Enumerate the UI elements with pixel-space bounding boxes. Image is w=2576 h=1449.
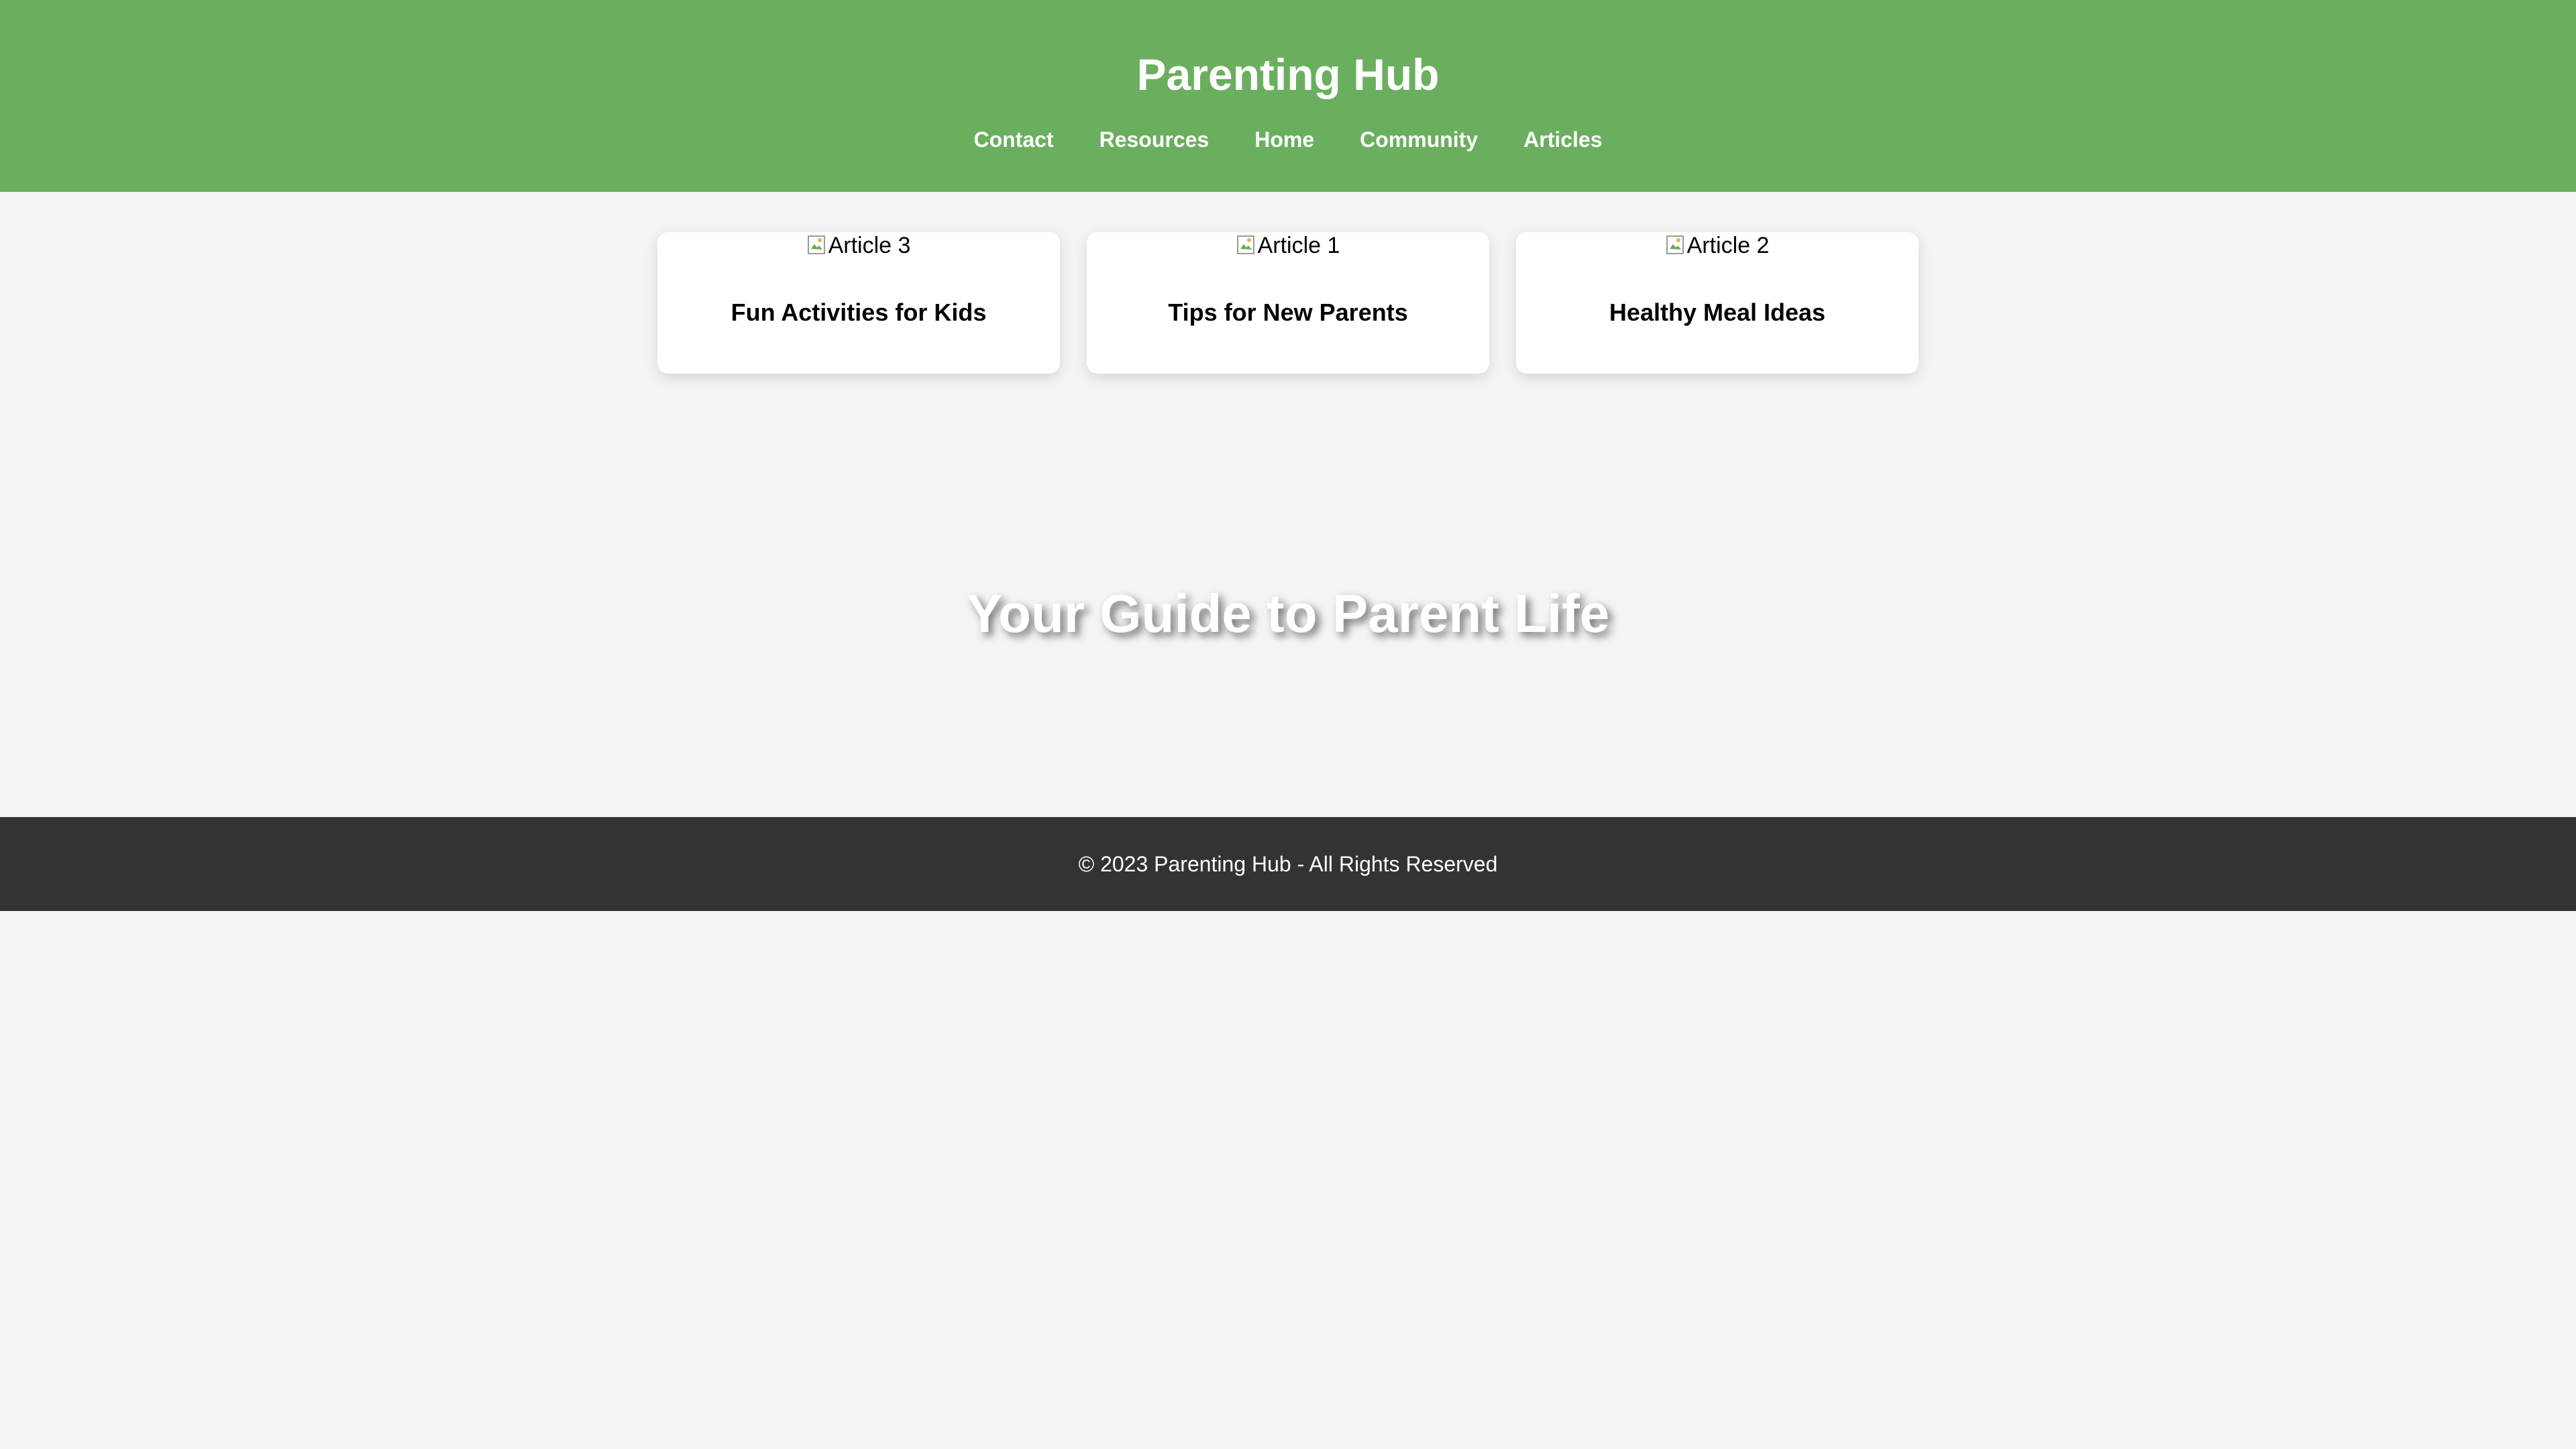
article-card[interactable]: Article 1 Tips for New Parents — [1087, 232, 1489, 374]
main-nav: Contact Resources Home Community Article… — [0, 125, 2576, 154]
article-cards: Article 3 Fun Activities for Kids Articl… — [657, 232, 1919, 374]
hero-title: Your Guide to Parent Life — [966, 584, 1610, 643]
article-image: Article 1 — [1087, 232, 1489, 259]
article-title[interactable]: Fun Activities for Kids — [657, 298, 1060, 327]
broken-image-icon — [1666, 235, 1684, 254]
site-header: Parenting Hub Contact Resources Home Com… — [0, 0, 2576, 192]
article-card[interactable]: Article 3 Fun Activities for Kids — [657, 232, 1060, 374]
nav-link-contact[interactable]: Contact — [951, 125, 1076, 154]
article-image: Article 3 — [657, 232, 1060, 259]
article-image-alt: Article 3 — [828, 233, 911, 258]
article-image-alt: Article 1 — [1257, 233, 1340, 258]
footer-copyright: © 2023 Parenting Hub - All Rights Reserv… — [1078, 852, 1498, 876]
article-image-alt: Article 2 — [1686, 233, 1770, 258]
broken-image-icon — [1236, 235, 1254, 254]
article-title[interactable]: Healthy Meal Ideas — [1516, 298, 1919, 327]
article-title[interactable]: Tips for New Parents — [1087, 298, 1489, 327]
broken-image-icon — [807, 235, 825, 254]
article-image: Article 2 — [1516, 232, 1919, 259]
nav-link-home[interactable]: Home — [1232, 125, 1337, 154]
nav-link-community[interactable]: Community — [1337, 125, 1501, 154]
nav-link-resources[interactable]: Resources — [1077, 125, 1232, 154]
site-footer: © 2023 Parenting Hub - All Rights Reserv… — [0, 817, 2576, 911]
article-card[interactable]: Article 2 Healthy Meal Ideas — [1516, 232, 1919, 374]
nav-link-articles[interactable]: Articles — [1501, 125, 1625, 154]
site-title: Parenting Hub — [1136, 50, 1440, 99]
